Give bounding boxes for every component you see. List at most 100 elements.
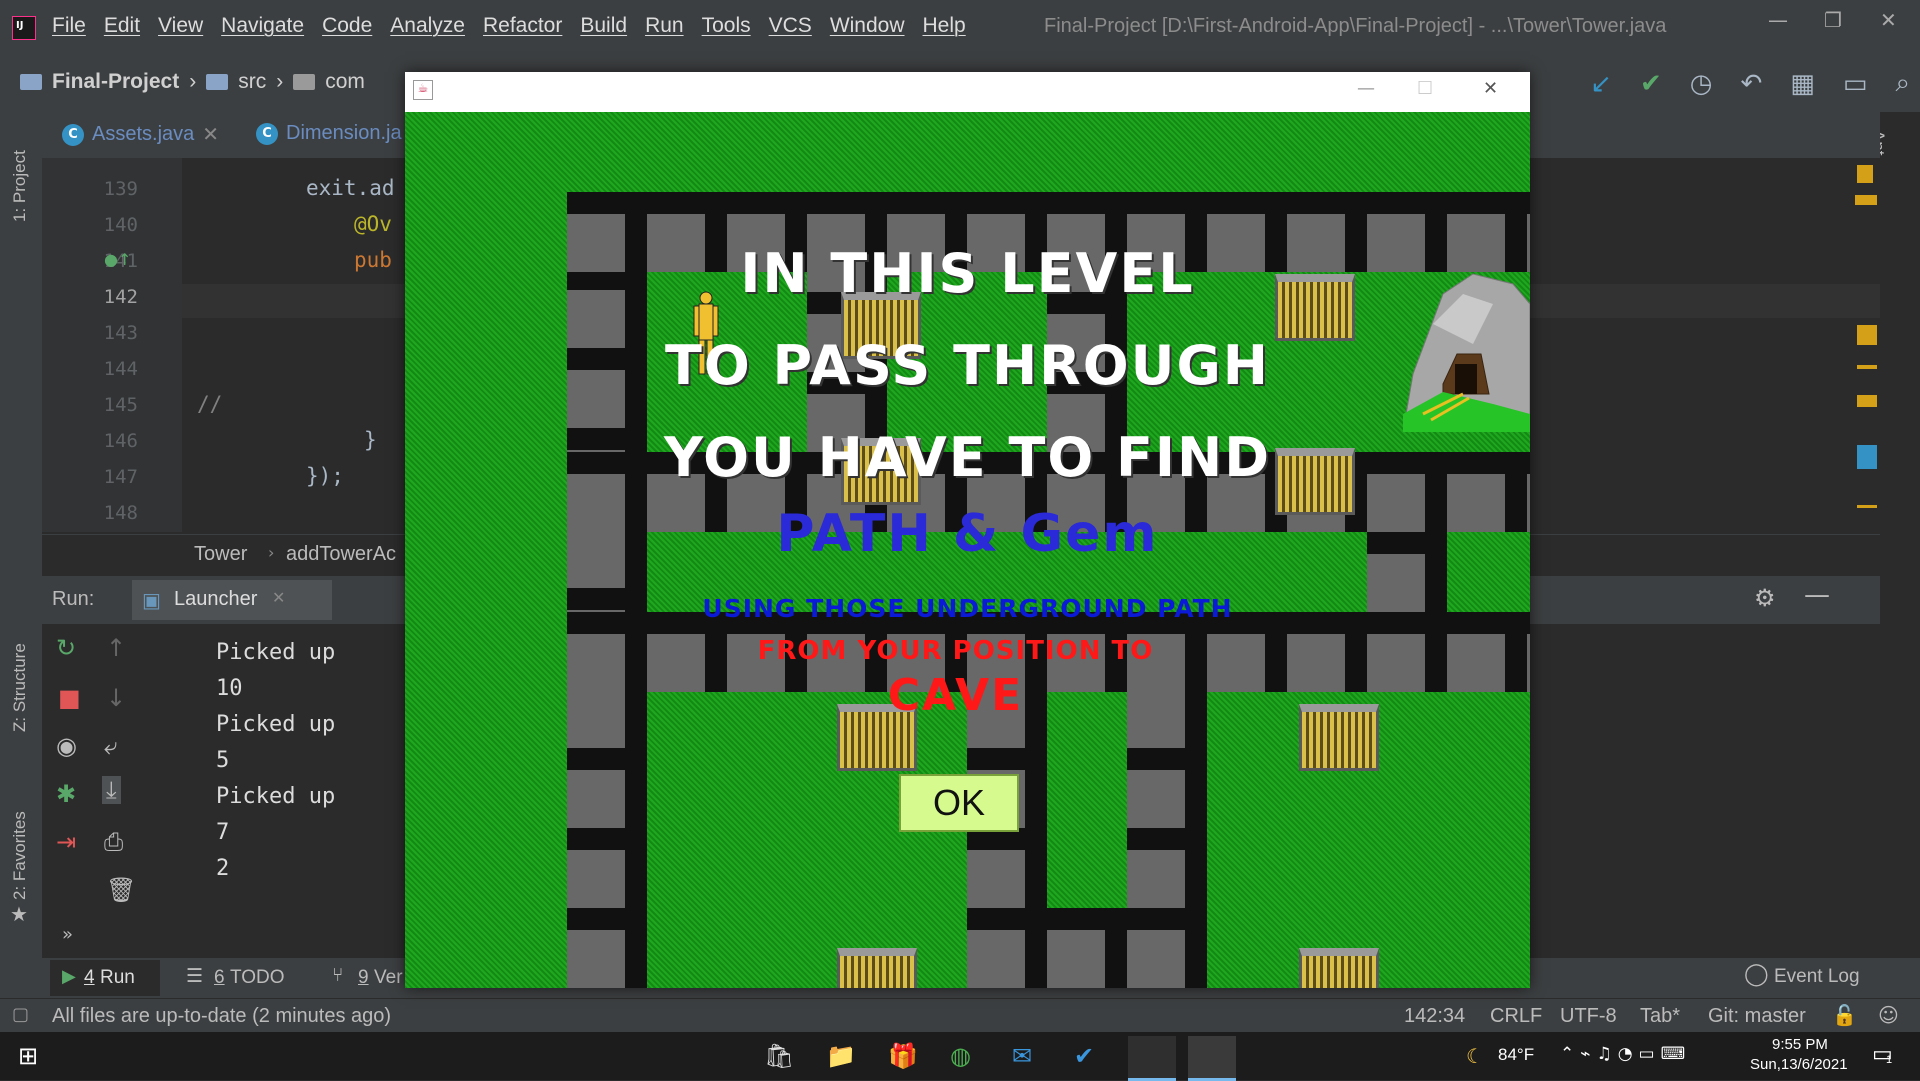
console-line: Picked up (216, 784, 336, 809)
print-icon[interactable]: ⎙ (104, 828, 123, 856)
tool-tab-label: Ver (374, 967, 403, 988)
play-icon: ▶ (62, 966, 76, 987)
soft-wrap-icon[interactable]: ⤶ (104, 732, 117, 760)
minimize-icon[interactable]: — (1768, 8, 1788, 32)
tab-launcher[interactable]: ▣ Launcher ✕ (132, 580, 332, 620)
tab-assets-java[interactable]: C Assets.java ✕ (62, 122, 219, 147)
folder-icon (206, 74, 229, 90)
clock-date[interactable]: Sun,13/6/2021 (1750, 1056, 1848, 1073)
caret-position[interactable]: 142:34 (1404, 1005, 1465, 1028)
menu-analyze[interactable]: Analyze (390, 14, 465, 38)
menu-navigate[interactable]: Navigate (221, 14, 304, 38)
menu-edit[interactable]: Edit (104, 14, 140, 38)
rollback-icon[interactable]: ↶ (1740, 69, 1762, 99)
ok-button[interactable]: OK (899, 774, 1019, 832)
trash-icon[interactable]: 🗑 (106, 876, 136, 904)
windows-start-icon[interactable]: ⊞ (18, 1042, 38, 1070)
indent-setting[interactable]: Tab* (1640, 1005, 1680, 1028)
menu-build[interactable]: Build (580, 14, 627, 38)
window-title: Final-Project [D:\First-Android-App\Fina… (1044, 15, 1667, 37)
up-arrow-icon[interactable]: ↑ (106, 634, 126, 662)
hide-panel-icon[interactable]: — (1804, 580, 1830, 610)
minimize-icon[interactable]: — (1357, 78, 1375, 99)
menu-run[interactable]: Run (645, 14, 684, 38)
close-icon[interactable]: ✕ (1880, 8, 1897, 32)
project-structure-icon[interactable]: ▦ (1790, 69, 1815, 99)
crumb-method[interactable]: addTowerAc (286, 543, 396, 566)
git-branch[interactable]: Git: master (1708, 1005, 1806, 1028)
project-tool-tab[interactable]: 1: Project (10, 150, 30, 222)
presentation-icon[interactable]: ▭ (1843, 69, 1868, 99)
breadcrumb-project[interactable]: Final-Project (52, 70, 179, 94)
tool-tab-run[interactable]: ▶ 4 Run (50, 960, 160, 996)
menu-code[interactable]: Code (322, 14, 372, 38)
history-icon[interactable]: ◷ (1690, 69, 1713, 99)
menu-vcs[interactable]: VCS (769, 14, 812, 38)
menu-window[interactable]: Window (830, 14, 905, 38)
rerun-icon[interactable]: ↻ (56, 634, 76, 662)
stop-icon[interactable]: ■ (58, 684, 81, 712)
left-tool-strip: 1: Project Z: Structure 2: Favorites ★ (0, 112, 42, 960)
panel-toggle-icon[interactable]: ▢ (12, 1004, 29, 1025)
vcs-update-icon[interactable]: ↙ (1590, 69, 1612, 99)
scroll-to-end-icon[interactable]: ⤓ (102, 776, 121, 804)
tool-tab-version-control[interactable]: ⑂ 9 Ver (332, 960, 412, 996)
message-line-7: CAVE (887, 670, 1024, 721)
game-titlebar[interactable]: ☕ — ☐ ✕ (405, 72, 1530, 112)
tab-dimension-java[interactable]: C Dimension.ja (256, 122, 402, 145)
camera-icon[interactable]: ◉ (56, 732, 77, 760)
breadcrumb-src[interactable]: src (238, 70, 266, 94)
down-arrow-icon[interactable]: ↓ (106, 684, 126, 712)
editor-error-stripe[interactable] (1855, 165, 1877, 525)
status-bar: ▢ All files are up-to-date (2 minutes ag… (0, 998, 1920, 1033)
search-icon[interactable]: ⌕ (1895, 68, 1910, 99)
structure-tool-tab[interactable]: Z: Structure (10, 643, 30, 732)
file-explorer-icon[interactable]: 📁 (826, 1042, 856, 1070)
java-taskbar-icon[interactable] (1188, 1036, 1236, 1081)
lock-icon[interactable]: 🔓 (1832, 1003, 1857, 1027)
message-line-5: USING THOSE UNDERGROUND PATH (702, 594, 1233, 623)
gift-app-icon[interactable]: 🎁 (888, 1042, 918, 1070)
vcs-commit-icon[interactable]: ✔ (1640, 69, 1662, 99)
system-tray-icons[interactable]: ⌃⌁♫◔▭⌨ (1560, 1044, 1691, 1064)
clock-time[interactable]: 9:55 PM (1772, 1036, 1828, 1053)
restore-icon[interactable]: ❐ (1824, 8, 1842, 32)
menu-view[interactable]: View (158, 14, 203, 38)
crumb-class[interactable]: Tower (194, 543, 247, 566)
maximize-icon[interactable]: ☐ (1417, 78, 1433, 99)
tool-tab-todo[interactable]: ☰ 6 TODO (186, 960, 306, 996)
debug-icon[interactable]: ✱ (56, 780, 76, 808)
file-encoding[interactable]: UTF-8 (1560, 1005, 1617, 1028)
stone-wall (967, 692, 1047, 988)
console-line: Picked up (216, 712, 336, 737)
message-line-1: IN THIS LEVEL (740, 242, 1195, 305)
list-icon: ☰ (186, 965, 204, 987)
message-line-6: FROM YOUR POSITION TO (757, 636, 1154, 666)
menu-help[interactable]: Help (923, 14, 966, 38)
exit-icon[interactable]: ⇥ (56, 828, 76, 856)
line-separator[interactable]: CRLF (1490, 1005, 1542, 1028)
close-tab-icon[interactable]: ✕ (272, 588, 285, 607)
more-icon[interactable]: » (62, 924, 73, 945)
console-line: 10 (216, 676, 243, 701)
todo-app-icon[interactable]: ✔ (1074, 1042, 1094, 1070)
underground-path-sign (837, 948, 917, 988)
menu-tools[interactable]: Tools (702, 14, 751, 38)
mail-icon[interactable]: ✉ (1012, 1042, 1032, 1070)
weather-temp[interactable]: 84°F (1498, 1045, 1534, 1065)
store-icon[interactable]: 🛍 (764, 1042, 794, 1070)
game-canvas[interactable]: IN THIS LEVEL TO PASS THROUGH YOU HAVE T… (405, 112, 1530, 988)
close-icon[interactable]: ✕ (1483, 78, 1498, 99)
menu-file[interactable]: File (52, 14, 86, 38)
override-marker-icon[interactable]: ●↑ (104, 250, 131, 269)
close-tab-icon[interactable]: ✕ (202, 122, 219, 147)
breadcrumb-com[interactable]: com (325, 70, 365, 94)
favorites-tool-tab[interactable]: 2: Favorites (10, 811, 30, 900)
event-log-button[interactable]: ◯ Event Log (1744, 962, 1894, 994)
intellij-taskbar-icon[interactable] (1128, 1036, 1176, 1081)
tool-tab-num: 4 (84, 967, 95, 988)
chrome-icon[interactable]: ◍ (950, 1042, 971, 1070)
gear-icon[interactable]: ⚙ (1754, 584, 1776, 612)
menu-refactor[interactable]: Refactor (483, 14, 562, 38)
inspector-icon[interactable]: ☺ (1878, 1003, 1899, 1027)
